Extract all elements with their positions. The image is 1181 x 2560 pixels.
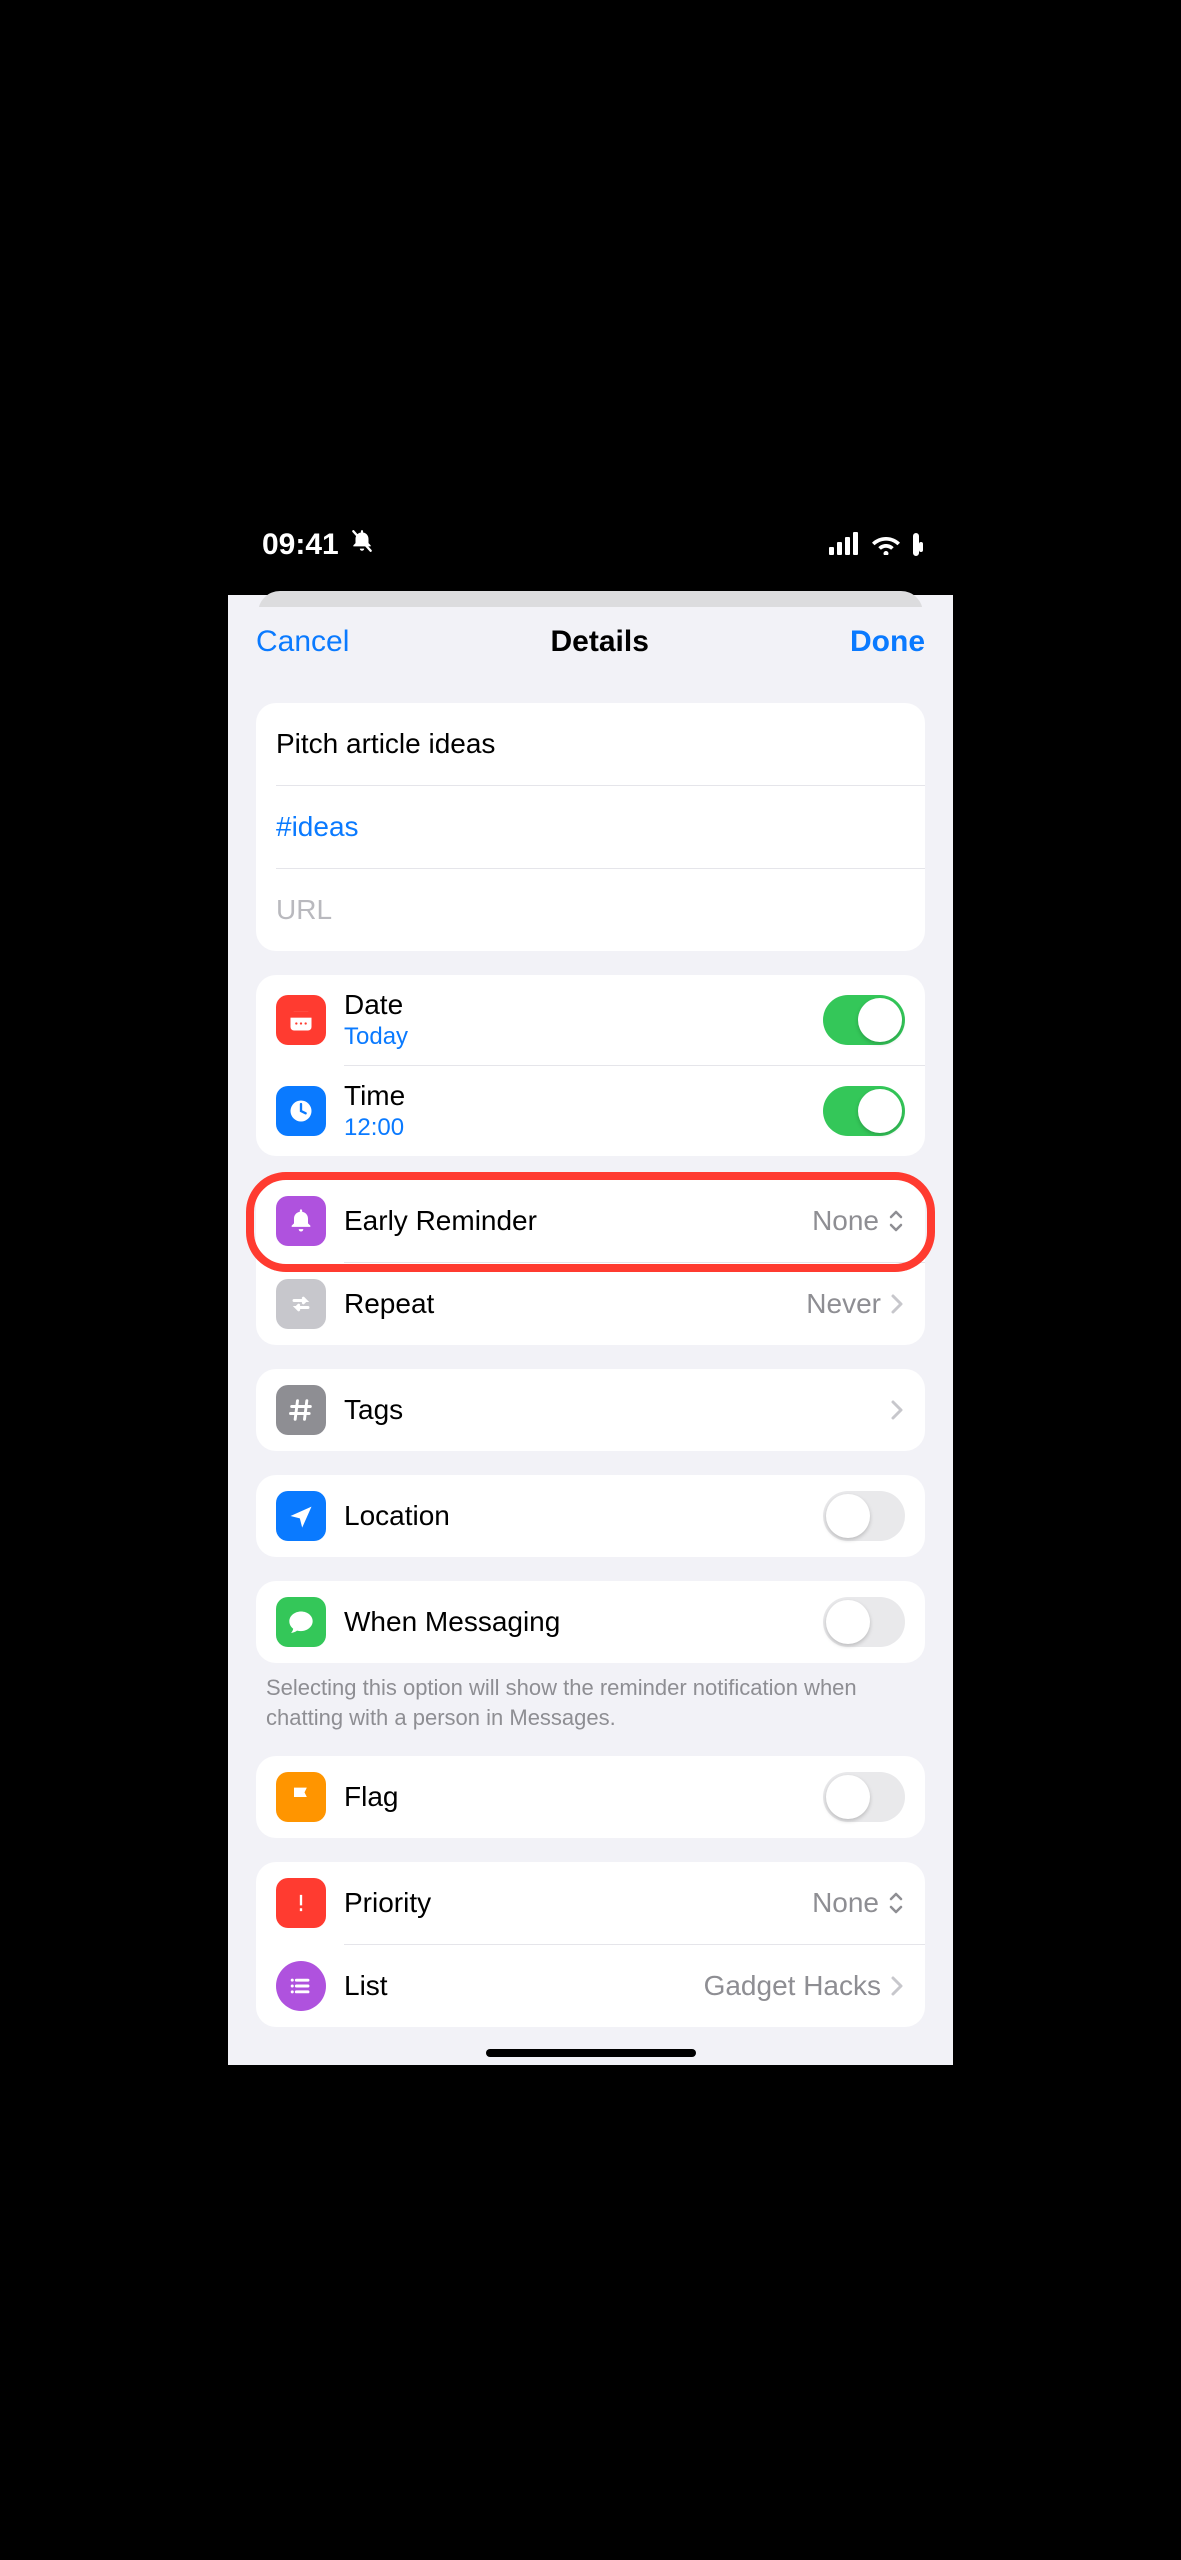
tags-label: Tags	[344, 1394, 871, 1426]
priority-label: Priority	[344, 1887, 794, 1919]
date-toggle[interactable]	[823, 995, 905, 1045]
messaging-row[interactable]: When Messaging	[256, 1581, 925, 1663]
tags-row[interactable]: Tags	[256, 1369, 925, 1451]
battery-icon	[913, 536, 919, 554]
early-reminder-row[interactable]: Early Reminder None	[256, 1180, 925, 1262]
messaging-label: When Messaging	[344, 1606, 805, 1638]
priority-value: None	[812, 1887, 879, 1919]
location-toggle[interactable]	[823, 1491, 905, 1541]
clock-icon	[276, 1086, 326, 1136]
updown-icon	[887, 1208, 905, 1234]
early-repeat-card: Early Reminder None	[256, 1180, 925, 1345]
do-not-disturb-icon	[349, 528, 375, 562]
location-arrow-icon	[276, 1491, 326, 1541]
tags-card: Tags	[256, 1369, 925, 1451]
location-row[interactable]: Location	[256, 1475, 925, 1557]
repeat-label: Repeat	[344, 1288, 788, 1320]
exclamation-icon	[276, 1878, 326, 1928]
early-reminder-value: None	[812, 1205, 879, 1237]
flag-label: Flag	[344, 1781, 805, 1813]
list-value: Gadget Hacks	[704, 1970, 881, 2002]
messaging-card: When Messaging	[256, 1581, 925, 1663]
home-indicator[interactable]	[486, 2049, 696, 2057]
early-reminder-label: Early Reminder	[344, 1205, 794, 1237]
time-value: 12:00	[344, 1114, 805, 1142]
nav-bar: Cancel Details Done	[228, 607, 953, 679]
location-card: Location	[256, 1475, 925, 1557]
status-bar: 09:41	[228, 495, 953, 595]
url-row[interactable]: URL	[256, 869, 925, 951]
flag-card: Flag	[256, 1756, 925, 1838]
messaging-toggle[interactable]	[823, 1597, 905, 1647]
url-placeholder: URL	[276, 894, 332, 926]
repeat-row[interactable]: Repeat Never	[256, 1263, 925, 1345]
cancel-button[interactable]: Cancel	[256, 625, 349, 659]
time-label: Time	[344, 1080, 805, 1112]
title-input[interactable]: Pitch article ideas	[276, 728, 905, 760]
done-button[interactable]: Done	[850, 625, 925, 659]
priority-list-card: Priority None	[256, 1862, 925, 2027]
datetime-card: Date Today Time	[256, 975, 925, 1156]
details-sheet: Cancel Details Done Pitch article ideas …	[228, 607, 953, 2065]
list-label: List	[344, 1970, 686, 2002]
repeat-value: Never	[806, 1288, 881, 1320]
messages-icon	[276, 1597, 326, 1647]
updown-icon	[887, 1890, 905, 1916]
messaging-footer-note: Selecting this option will show the remi…	[256, 1663, 925, 1732]
priority-row[interactable]: Priority None	[256, 1862, 925, 1944]
flag-icon	[276, 1772, 326, 1822]
location-label: Location	[344, 1500, 805, 1532]
chevron-right-icon	[889, 1398, 905, 1422]
date-label: Date	[344, 989, 805, 1021]
date-row[interactable]: Date Today	[256, 975, 925, 1065]
status-time: 09:41	[262, 528, 339, 562]
repeat-icon	[276, 1279, 326, 1329]
title-row[interactable]: Pitch article ideas	[256, 703, 925, 785]
chevron-right-icon	[889, 1974, 905, 1998]
time-row[interactable]: Time 12:00	[256, 1066, 925, 1156]
title-card: Pitch article ideas #ideas URL	[256, 703, 925, 951]
list-row[interactable]: List Gadget Hacks	[256, 1945, 925, 2027]
date-value: Today	[344, 1023, 805, 1051]
phone-frame: 09:41	[228, 495, 953, 2065]
time-toggle[interactable]	[823, 1086, 905, 1136]
wifi-icon	[871, 531, 901, 560]
cellular-signal-icon	[829, 531, 859, 560]
flag-row[interactable]: Flag	[256, 1756, 925, 1838]
bell-icon	[276, 1196, 326, 1246]
flag-toggle[interactable]	[823, 1772, 905, 1822]
hash-icon	[276, 1385, 326, 1435]
calendar-icon	[276, 995, 326, 1045]
list-icon	[276, 1961, 326, 2011]
notes-row[interactable]: #ideas	[256, 786, 925, 868]
notes-hashtag[interactable]: #ideas	[276, 811, 359, 843]
page-title: Details	[551, 625, 649, 659]
chevron-right-icon	[889, 1292, 905, 1316]
